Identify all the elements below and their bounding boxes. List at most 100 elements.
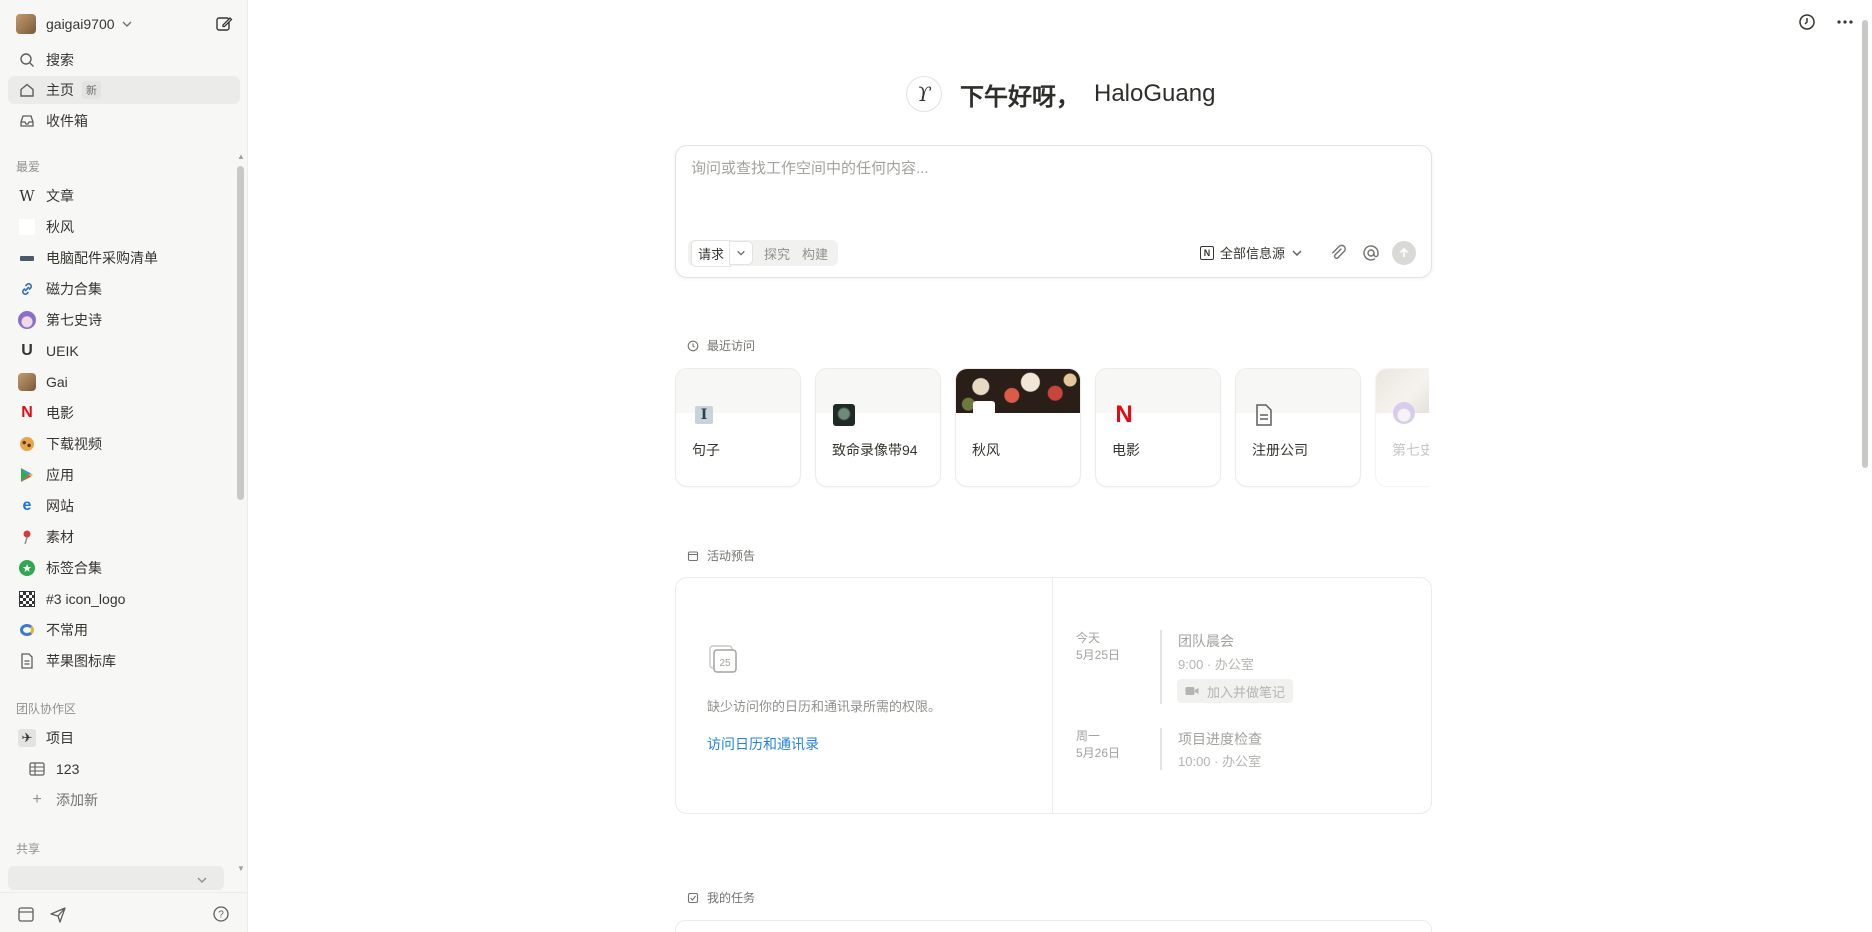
favorite-label: 电脑配件采购清单 (46, 250, 158, 266)
greeting: ϒ 下午好呀， HaloGuang (906, 76, 1215, 112)
favorite-item[interactable]: 不常用 (8, 616, 238, 644)
svg-text:?: ? (218, 910, 224, 921)
favorite-item[interactable]: 苹果图标库 (8, 647, 238, 675)
recent-card[interactable]: N 电影 (1095, 368, 1221, 487)
favorite-label: 素材 (46, 529, 74, 545)
pin-icon (18, 528, 36, 546)
nav-label: 收件箱 (46, 113, 88, 129)
favorite-item[interactable]: e 网站 (8, 492, 238, 520)
notion-ai-face-icon: ϒ (906, 76, 942, 112)
sidebar: gaigai9700 搜索 主页 新 收件箱 最爱 W 文章 秋风 电脑配件采购清… (0, 0, 248, 932)
avatar-icon (18, 373, 36, 391)
recent-section-title: 最近访问 (687, 337, 755, 354)
favorite-item[interactable]: 秋风 (8, 213, 238, 241)
grant-access-link[interactable]: 访问日历和通讯录 (707, 734, 819, 754)
chevron-down-icon[interactable] (196, 874, 208, 886)
add-new-button[interactable]: + 添加新 (18, 786, 248, 814)
arrow-up-icon (1399, 247, 1409, 257)
events-section-title: 活动预告 (687, 547, 755, 564)
favorite-item[interactable]: U UEIK (8, 337, 238, 365)
mention-icon[interactable] (1361, 243, 1381, 263)
swirl-icon (18, 621, 36, 639)
send-icon[interactable] (49, 905, 67, 923)
event-title: 团队晨会 (1178, 633, 1234, 649)
mode-ask-button[interactable]: 请求 (692, 240, 731, 266)
workspace-switcher[interactable]: gaigai9700 (16, 12, 234, 36)
play-store-icon (18, 466, 36, 484)
nav-label: 搜索 (46, 52, 74, 68)
events-panel: 25 缺少访问你的日历和通讯录所需的权限。 访问日历和通讯录 今天 5月25日 团… (675, 577, 1432, 814)
favorite-label: 秋风 (46, 219, 74, 235)
edge-icon: e (22, 497, 32, 514)
mode-dropdown[interactable] (730, 242, 753, 264)
source-selector[interactable]: N 全部信息源 (1200, 243, 1303, 262)
event-date: 周一 5月26日 (1076, 729, 1121, 760)
calendar-icon[interactable] (17, 905, 35, 923)
blank-page-icon (18, 218, 36, 236)
favorite-label: 网站 (46, 498, 74, 514)
favorite-item[interactable]: 第七史诗 (8, 306, 238, 334)
favorite-item[interactable]: 素材 (8, 523, 238, 551)
airplane-icon: ✈ (18, 729, 36, 747)
workspace-avatar (16, 14, 36, 34)
tasks-panel (675, 920, 1432, 932)
qr-icon (18, 590, 36, 608)
recent-card[interactable]: 秋风 (955, 368, 1081, 487)
recent-title-text: 最近访问 (707, 339, 756, 353)
team-item-123[interactable]: 123 (18, 755, 248, 783)
recent-card[interactable]: 注册公司 (1235, 368, 1361, 487)
anime-avatar-icon (1392, 402, 1416, 427)
nav-search[interactable]: 搜索 (8, 46, 240, 74)
favorite-item[interactable]: 电脑配件采购清单 (8, 244, 238, 272)
wikipedia-icon: W (19, 187, 35, 205)
favorite-item[interactable]: 磁力合集 (8, 275, 238, 303)
send-button[interactable] (1392, 241, 1416, 265)
new-page-icon[interactable] (214, 14, 234, 34)
favorite-label: UEIK (46, 343, 79, 359)
more-options-icon[interactable] (1835, 12, 1855, 32)
shared-item[interactable] (8, 866, 224, 890)
tasks-section-title: 我的任务 (687, 889, 755, 906)
scroll-up-arrow[interactable]: ▲ (237, 152, 245, 161)
plus-icon: + (32, 791, 42, 808)
sidebar-scrollbar[interactable] (237, 166, 244, 500)
help-icon[interactable]: ? (212, 905, 230, 923)
recent-card-title: 致命录像带94 (832, 442, 918, 458)
recent-card[interactable]: I 句子 (675, 368, 801, 487)
recent-card-title: 句子 (692, 442, 720, 458)
favorites-title: 最爱 (16, 160, 41, 174)
favorite-item[interactable]: N 电影 (8, 399, 238, 427)
favorite-item[interactable]: #3 icon_logo (8, 585, 238, 613)
event-bar (1160, 630, 1162, 704)
history-icon[interactable] (1797, 12, 1817, 32)
ask-ai-box: 请求 探究 构建 N 全部信息源 (675, 145, 1432, 278)
favorite-item[interactable]: ★ 标签合集 (8, 554, 238, 582)
team-item-project[interactable]: ✈ 项目 (8, 724, 238, 752)
nav-home[interactable]: 主页 新 (8, 76, 240, 104)
inbox-icon (18, 112, 36, 130)
mode-build-button[interactable]: 构建 (796, 241, 834, 266)
favorite-label: 标签合集 (46, 560, 102, 576)
cookie-icon (18, 435, 36, 453)
team-label: 项目 (46, 730, 74, 746)
link-icon (18, 280, 36, 298)
main-scrollbar[interactable] (1862, 20, 1868, 468)
favorite-item[interactable]: W 文章 (8, 182, 238, 210)
recent-card[interactable]: 致命录像带94 (815, 368, 941, 487)
chevron-down-icon (737, 250, 745, 256)
netflix-icon: N (21, 404, 33, 421)
table-icon (28, 760, 46, 778)
nav-inbox[interactable]: 收件箱 (8, 107, 240, 135)
favorite-item[interactable]: 应用 (8, 461, 238, 489)
mode-research-button[interactable]: 探究 (758, 241, 796, 266)
recent-card[interactable]: 第七史 (1375, 368, 1429, 487)
join-and-note-button[interactable]: 加入并做笔记 (1177, 679, 1294, 703)
attachment-icon[interactable] (1328, 243, 1348, 263)
favorite-item[interactable]: 下载视频 (8, 430, 238, 458)
scroll-down-arrow[interactable]: ▼ (237, 864, 245, 873)
favorite-item[interactable]: Gai (8, 368, 238, 396)
clock-icon (687, 340, 699, 351)
shared-title: 共享 (16, 842, 41, 856)
calendar-icon (687, 550, 699, 561)
ask-input[interactable] (691, 160, 1391, 177)
